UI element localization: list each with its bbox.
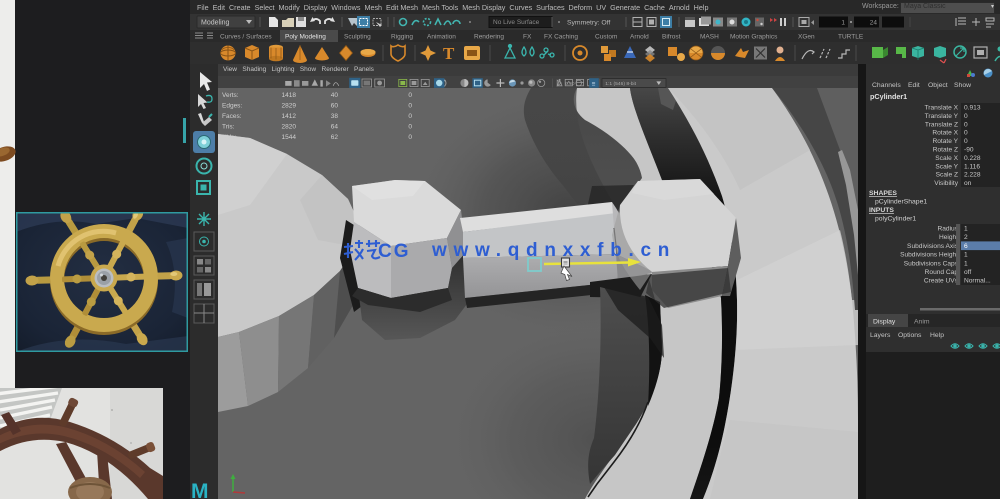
svg-text:Symmetry: Off: Symmetry: Off <box>567 20 610 27</box>
svg-text:0: 0 <box>408 92 412 99</box>
svg-text:FX: FX <box>523 34 532 41</box>
svg-text:0: 0 <box>964 113 968 120</box>
svg-text:64: 64 <box>331 124 339 131</box>
svg-text:-90: -90 <box>964 147 974 154</box>
svg-text:0: 0 <box>964 130 968 137</box>
svg-text:www.qdnxxfb.cn: www.qdnxxfb.cn <box>431 240 676 261</box>
svg-text:40: 40 <box>331 92 339 99</box>
svg-text:Rendering: Rendering <box>474 34 504 41</box>
svg-text:on: on <box>964 180 972 187</box>
svg-text:Scale Z: Scale Z <box>936 172 958 179</box>
svg-text:off: off <box>964 269 971 276</box>
svg-text:Custom: Custom <box>595 34 617 41</box>
svg-text:Translate Y: Translate Y <box>925 113 959 120</box>
svg-text:1544: 1544 <box>282 134 297 141</box>
svg-text:Help: Help <box>930 332 944 339</box>
svg-text:2820: 2820 <box>282 124 297 131</box>
svg-text:1: 1 <box>964 252 968 259</box>
svg-text:Scale Y: Scale Y <box>935 163 958 170</box>
svg-text:Rotate Y: Rotate Y <box>932 138 958 145</box>
svg-text:T: T <box>443 44 455 63</box>
svg-text:Edges:: Edges: <box>222 103 242 110</box>
svg-text:6: 6 <box>964 243 968 250</box>
svg-text:Tris:: Tris: <box>222 124 235 131</box>
svg-text:0: 0 <box>408 124 412 131</box>
svg-text:0.913: 0.913 <box>964 105 981 112</box>
svg-text:No Live Surface: No Live Surface <box>493 19 540 26</box>
svg-text:Curves / Surfaces: Curves / Surfaces <box>220 34 272 41</box>
svg-text:Poly Modeling: Poly Modeling <box>285 34 326 41</box>
svg-text:1: 1 <box>841 20 845 27</box>
svg-text:Subdivisions Axis: Subdivisions Axis <box>907 243 959 250</box>
svg-text:2829: 2829 <box>282 103 297 110</box>
svg-text:24: 24 <box>870 20 878 27</box>
svg-text:Arnold: Arnold <box>630 34 649 41</box>
svg-text:SHAPES: SHAPES <box>869 190 897 197</box>
svg-text:Edit: Edit <box>908 82 920 89</box>
svg-text:0.228: 0.228 <box>964 155 981 162</box>
svg-text:CG: CG <box>378 241 411 262</box>
svg-text:0: 0 <box>964 138 968 145</box>
svg-text:1418: 1418 <box>282 92 297 99</box>
svg-text:2: 2 <box>964 234 968 241</box>
svg-text:Modeling: Modeling <box>201 20 230 27</box>
svg-text:0: 0 <box>408 103 412 110</box>
svg-text:Height: Height <box>939 234 958 241</box>
svg-text:Animation: Animation <box>427 34 456 41</box>
svg-text:Channels: Channels <box>872 82 901 89</box>
svg-text:Round Cap: Round Cap <box>925 269 959 276</box>
svg-text:60: 60 <box>331 103 339 110</box>
svg-text:38: 38 <box>331 113 339 120</box>
svg-text:UVs:: UVs: <box>222 134 236 141</box>
svg-text:Rigging: Rigging <box>391 34 413 41</box>
svg-text:Scale X: Scale X <box>935 155 958 162</box>
svg-text:Create UVs: Create UVs <box>924 278 959 285</box>
svg-text:0: 0 <box>408 134 412 141</box>
svg-text:Display: Display <box>873 319 896 326</box>
svg-text:Motion Graphics: Motion Graphics <box>730 34 778 41</box>
svg-text:Subdivisions Height: Subdivisions Height <box>900 252 958 259</box>
svg-text:1: 1 <box>964 226 968 233</box>
svg-text:Translate X: Translate X <box>925 105 959 112</box>
svg-text:Subdivisions Caps: Subdivisions Caps <box>904 260 959 267</box>
svg-text:62: 62 <box>331 134 339 141</box>
svg-text:pCylinder1: pCylinder1 <box>870 92 907 101</box>
svg-text:1: 1 <box>964 260 968 267</box>
svg-text:≡: ≡ <box>592 81 596 88</box>
svg-text:polyCylinder1: polyCylinder1 <box>875 216 916 223</box>
svg-text:MASH: MASH <box>700 34 719 41</box>
svg-text:Anim: Anim <box>914 319 930 326</box>
svg-text:Normal...: Normal... <box>964 278 991 285</box>
svg-text:0: 0 <box>408 113 412 120</box>
svg-text:2.228: 2.228 <box>964 172 981 179</box>
svg-text:Show: Show <box>954 82 971 89</box>
svg-text:Rotate Z: Rotate Z <box>933 147 958 154</box>
svg-text:Rotate X: Rotate X <box>932 130 958 137</box>
svg-text:Radius: Radius <box>937 226 958 233</box>
svg-text:FX Caching: FX Caching <box>544 34 578 41</box>
svg-text:pCylinderShape1: pCylinderShape1 <box>875 199 927 206</box>
svg-text:Layers: Layers <box>870 332 891 339</box>
svg-text:Bifrost: Bifrost <box>662 34 681 41</box>
svg-text:1:1 (546) 8-bit: 1:1 (546) 8-bit <box>605 81 636 87</box>
svg-text:Translate Z: Translate Z <box>925 121 958 128</box>
svg-text:TURTLE: TURTLE <box>838 34 864 41</box>
svg-text:Object: Object <box>928 82 948 89</box>
svg-text:0.00: 0.00 <box>565 81 575 87</box>
svg-text:Verts:: Verts: <box>222 92 239 99</box>
svg-text:Visibility: Visibility <box>934 180 958 187</box>
svg-text:Faces:: Faces: <box>222 113 242 120</box>
svg-text:0: 0 <box>964 121 968 128</box>
svg-text:Options: Options <box>898 332 922 339</box>
svg-text:XGen: XGen <box>798 34 815 41</box>
svg-text:Sculpting: Sculpting <box>344 34 371 41</box>
svg-text:1412: 1412 <box>282 113 297 120</box>
svg-text:INPUTS: INPUTS <box>869 207 894 214</box>
svg-text:1.116: 1.116 <box>964 163 980 170</box>
svg-text:M: M <box>191 480 209 499</box>
